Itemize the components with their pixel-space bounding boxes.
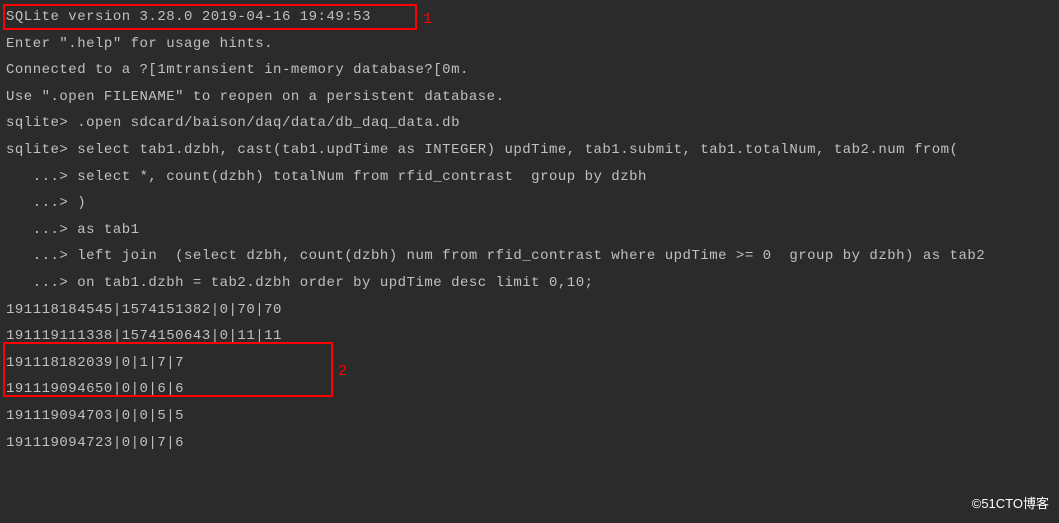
result-row: 191119094723|0|0|7|6: [6, 430, 1053, 457]
terminal-line: Enter ".help" for usage hints.: [6, 31, 1053, 58]
annotation-1: 1: [423, 6, 432, 35]
result-row: 191119094650|0|0|6|6: [6, 376, 1053, 403]
terminal-line: ...> left join (select dzbh, count(dzbh)…: [6, 243, 1053, 270]
watermark: ©51CTO博客: [972, 492, 1049, 517]
terminal-line: Use ".open FILENAME" to reopen on a pers…: [6, 84, 1053, 111]
result-row: 191118182039|0|1|7|7: [6, 350, 1053, 377]
terminal-line: ...> as tab1: [6, 217, 1053, 244]
annotation-2: 2: [338, 358, 347, 387]
result-row: 191119094703|0|0|5|5: [6, 403, 1053, 430]
terminal-output[interactable]: SQLite version 3.28.0 2019-04-16 19:49:5…: [0, 0, 1059, 460]
terminal-line: ...> ): [6, 190, 1053, 217]
terminal-line: ...> on tab1.dzbh = tab2.dzbh order by u…: [6, 270, 1053, 297]
terminal-line: Connected to a ?[1mtransient in-memory d…: [6, 57, 1053, 84]
terminal-line: ...> select *, count(dzbh) totalNum from…: [6, 164, 1053, 191]
terminal-line: sqlite> select tab1.dzbh, cast(tab1.updT…: [6, 137, 1053, 164]
result-row: 191119111338|1574150643|0|11|11: [6, 323, 1053, 350]
result-row: 191118184545|1574151382|0|70|70: [6, 297, 1053, 324]
terminal-line: SQLite version 3.28.0 2019-04-16 19:49:5…: [6, 4, 1053, 31]
terminal-line: sqlite> .open sdcard/baison/daq/data/db_…: [6, 110, 1053, 137]
